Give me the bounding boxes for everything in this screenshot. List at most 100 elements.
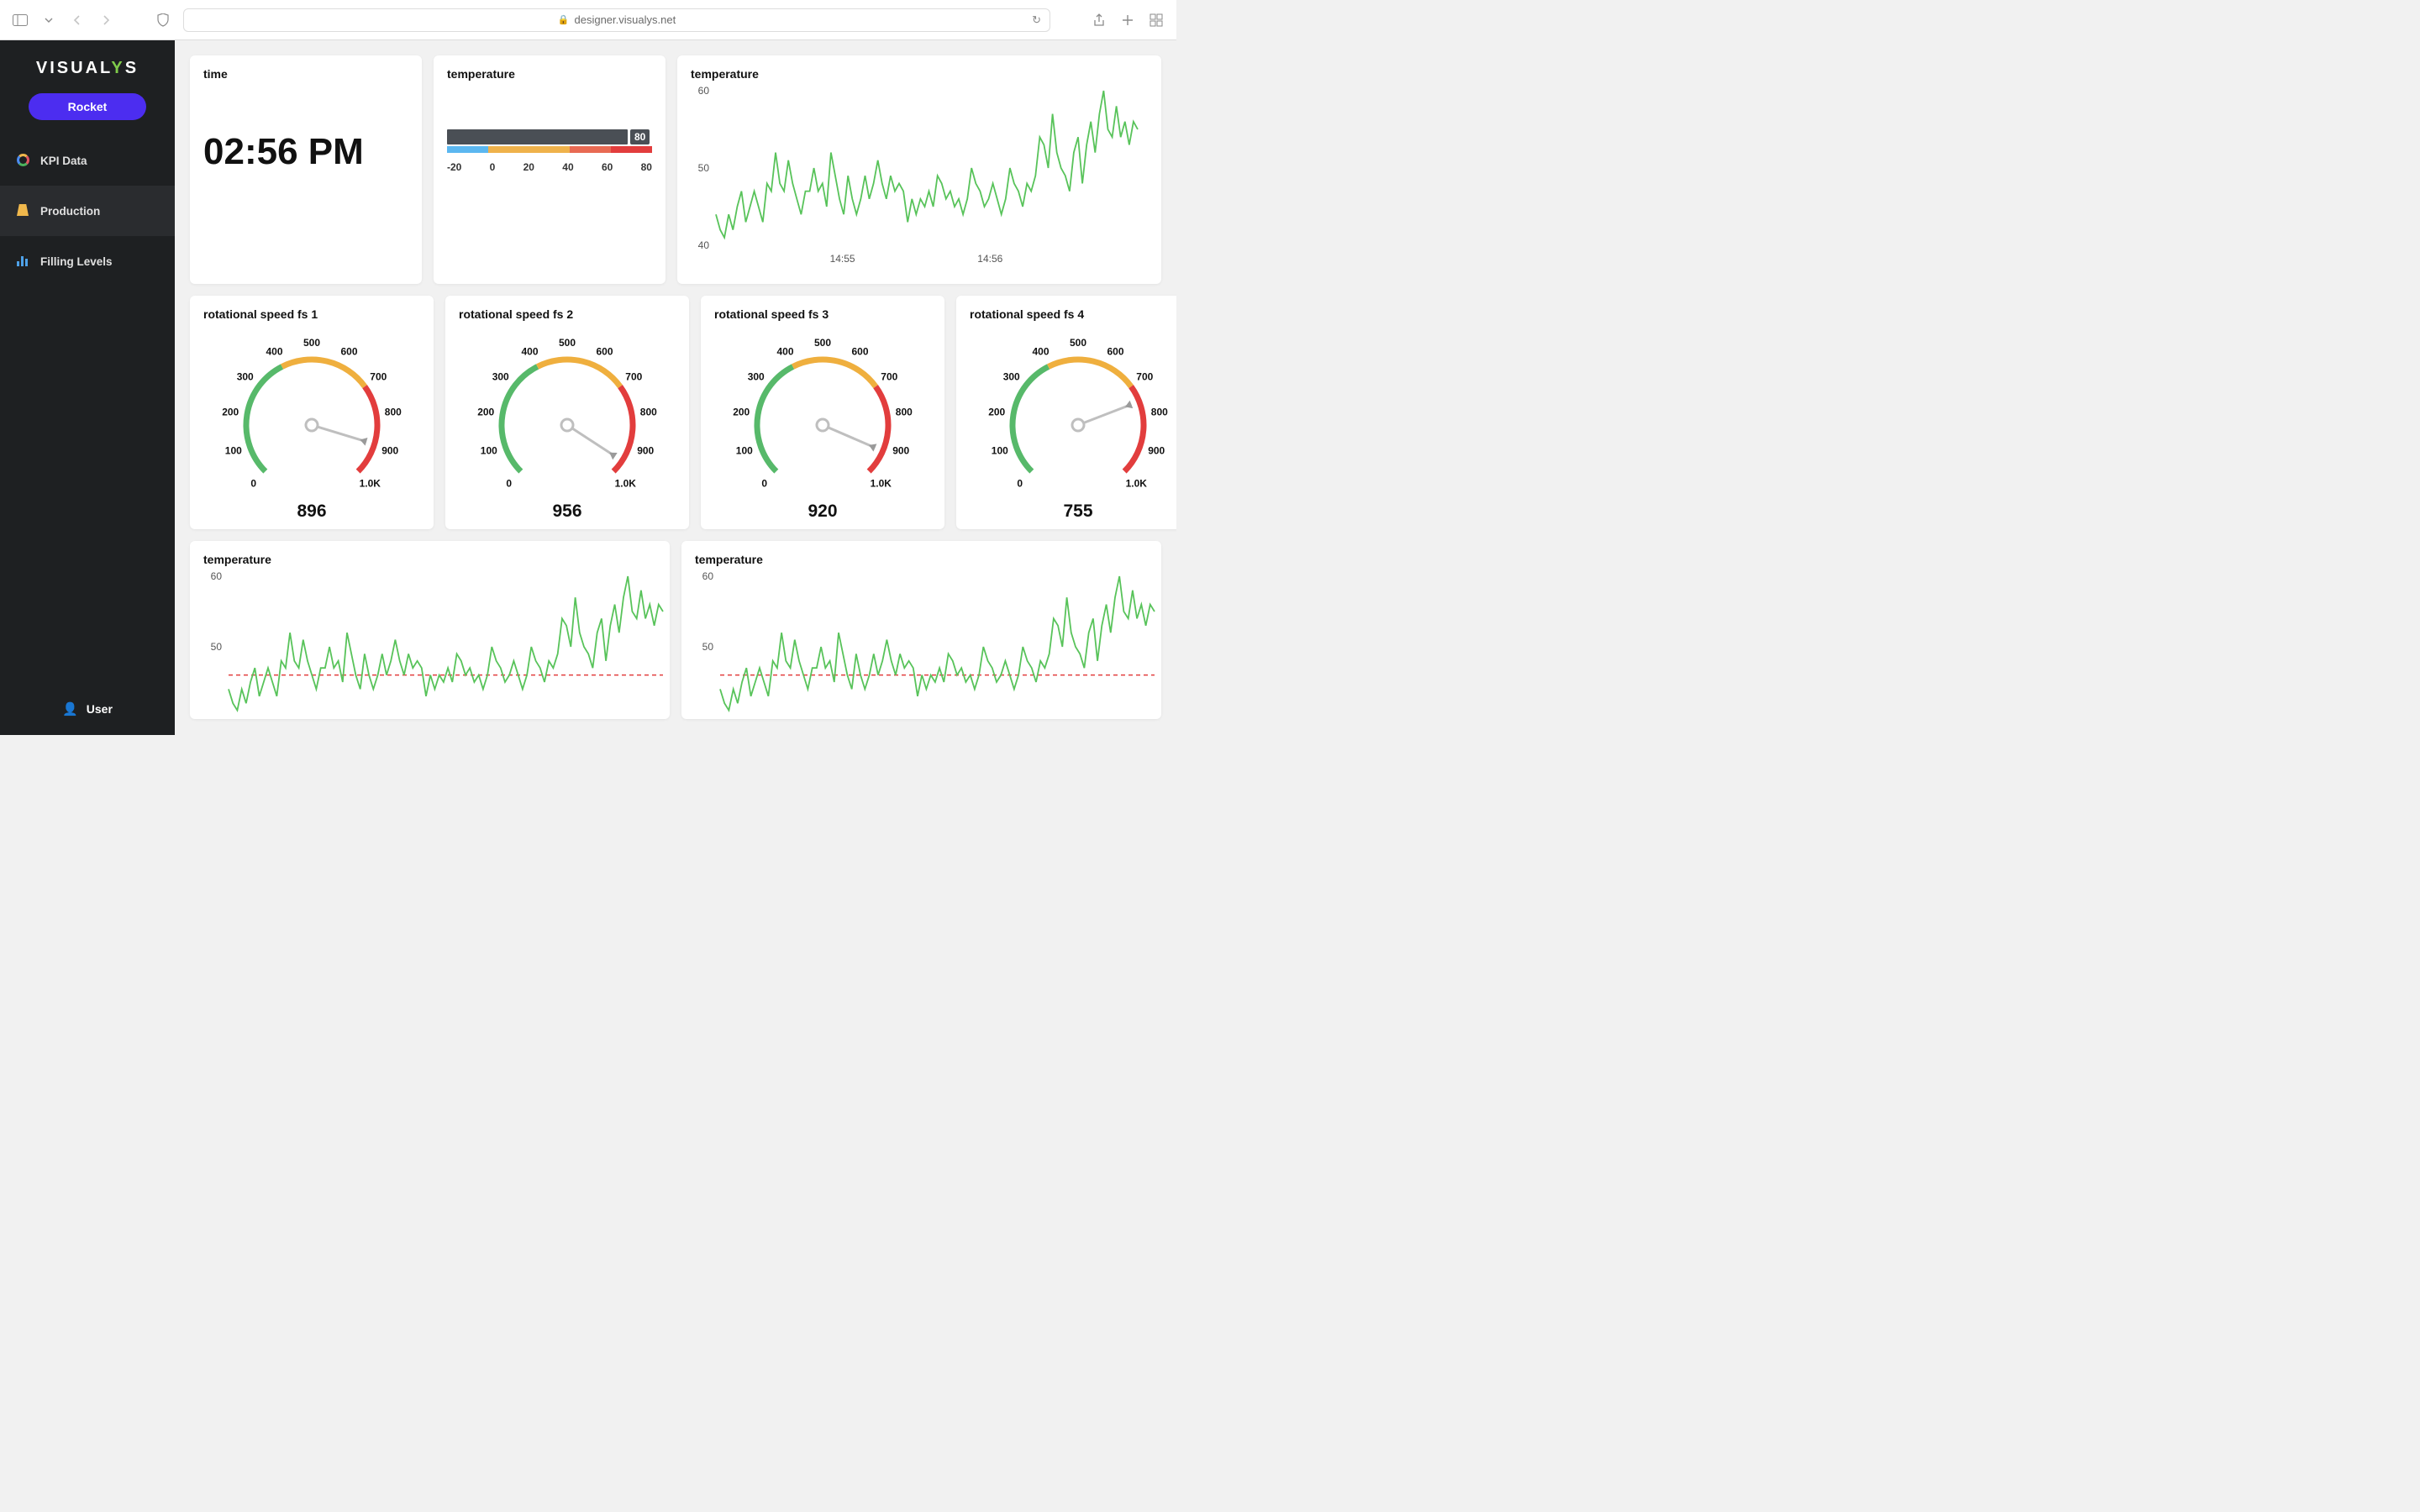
svg-text:1.0K: 1.0K bbox=[1126, 477, 1148, 489]
card-temp-bullet: temperature 80 -20020406080 bbox=[434, 55, 666, 284]
card-title: rotational speed fs 3 bbox=[714, 307, 931, 321]
svg-text:600: 600 bbox=[851, 346, 868, 358]
ring-icon bbox=[17, 154, 30, 167]
rocket-button[interactable]: Rocket bbox=[29, 93, 146, 120]
svg-text:700: 700 bbox=[625, 370, 642, 382]
card-time: time 02:56 PM bbox=[190, 55, 422, 284]
svg-text:900: 900 bbox=[381, 444, 398, 456]
shield-icon[interactable] bbox=[155, 12, 171, 29]
flask-icon bbox=[17, 204, 30, 218]
sidebar-item-kpi-data[interactable]: KPI Data bbox=[0, 135, 175, 186]
svg-text:700: 700 bbox=[881, 370, 897, 382]
svg-text:100: 100 bbox=[225, 444, 242, 456]
card-title: temperature bbox=[447, 67, 652, 81]
temperature-line-chart: 40506014:5514:56 bbox=[691, 86, 1144, 269]
svg-text:400: 400 bbox=[776, 346, 793, 358]
forward-icon[interactable] bbox=[97, 12, 114, 29]
gauge-value: 956 bbox=[459, 501, 676, 522]
svg-text:14:56: 14:56 bbox=[977, 253, 1002, 265]
browser-toolbar: 🔒 designer.visualys.net ↻ bbox=[0, 0, 1176, 40]
svg-text:600: 600 bbox=[596, 346, 613, 358]
card-title: time bbox=[203, 67, 408, 81]
card-title: temperature bbox=[695, 553, 1148, 566]
svg-text:14:55: 14:55 bbox=[830, 253, 855, 265]
svg-text:60: 60 bbox=[702, 571, 714, 582]
gauge-chart: 01002003004005006007008009001.0K bbox=[714, 326, 931, 494]
card-title: temperature bbox=[203, 553, 656, 566]
svg-text:200: 200 bbox=[222, 407, 239, 418]
svg-text:900: 900 bbox=[1148, 444, 1165, 456]
sidebar-toggle-icon[interactable] bbox=[12, 12, 29, 29]
plus-icon[interactable] bbox=[1119, 12, 1136, 29]
svg-text:0: 0 bbox=[1017, 477, 1023, 489]
user-icon: 👤 bbox=[62, 701, 78, 717]
card-gauge-fs3: rotational speed fs 3 010020030040050060… bbox=[701, 296, 944, 529]
main-content: time 02:56 PM temperature 80 -2002040608… bbox=[175, 40, 1176, 735]
bullet-chart: 80 -20020406080 bbox=[447, 146, 652, 173]
card-temp-line: temperature 40506014:5514:56 bbox=[677, 55, 1161, 284]
svg-text:200: 200 bbox=[477, 407, 494, 418]
share-icon[interactable] bbox=[1091, 12, 1107, 29]
temperature-line-chart-br: 50 60 bbox=[695, 571, 1161, 719]
lock-icon: 🔒 bbox=[558, 14, 570, 25]
svg-text:50: 50 bbox=[702, 641, 714, 653]
svg-text:60: 60 bbox=[211, 571, 223, 582]
sidebar-item-label: KPI Data bbox=[40, 155, 87, 167]
card-temp-line-bottom-right: temperature 50 60 bbox=[681, 541, 1161, 719]
logo-text-y: Y bbox=[111, 59, 124, 77]
svg-text:1.0K: 1.0K bbox=[615, 477, 637, 489]
svg-text:700: 700 bbox=[1136, 370, 1153, 382]
card-title: rotational speed fs 1 bbox=[203, 307, 420, 321]
svg-text:900: 900 bbox=[892, 444, 909, 456]
svg-text:300: 300 bbox=[492, 370, 509, 382]
sidebar-item-production[interactable]: Production bbox=[0, 186, 175, 236]
bars-icon bbox=[17, 255, 30, 268]
gauge-chart: 01002003004005006007008009001.0K bbox=[459, 326, 676, 494]
svg-text:100: 100 bbox=[992, 444, 1008, 456]
svg-text:0: 0 bbox=[250, 477, 256, 489]
gauge-value: 755 bbox=[970, 501, 1176, 522]
svg-text:50: 50 bbox=[698, 162, 710, 174]
back-icon[interactable] bbox=[69, 12, 86, 29]
svg-text:100: 100 bbox=[736, 444, 753, 456]
user-menu[interactable]: 👤 User bbox=[0, 701, 175, 717]
card-gauge-fs1: rotational speed fs 1 0 100 200 300 400 500 60… bbox=[190, 296, 434, 529]
svg-text:400: 400 bbox=[266, 346, 282, 358]
sidebar-item-label: Production bbox=[40, 205, 100, 218]
svg-text:400: 400 bbox=[1032, 346, 1049, 358]
card-title: rotational speed fs 2 bbox=[459, 307, 676, 321]
svg-text:400: 400 bbox=[521, 346, 538, 358]
svg-text:0: 0 bbox=[761, 477, 767, 489]
temperature-line-chart-bl: 50 60 bbox=[203, 571, 670, 719]
svg-text:1.0K: 1.0K bbox=[871, 477, 892, 489]
card-title: temperature bbox=[691, 67, 1148, 81]
svg-text:0: 0 bbox=[506, 477, 512, 489]
chevron-down-icon[interactable] bbox=[40, 12, 57, 29]
svg-text:800: 800 bbox=[896, 407, 913, 418]
svg-text:600: 600 bbox=[1107, 346, 1123, 358]
svg-text:500: 500 bbox=[303, 337, 320, 349]
svg-text:800: 800 bbox=[1151, 407, 1168, 418]
gauge-chart: 01002003004005006007008009001.0K bbox=[970, 326, 1176, 494]
sidebar-item-filling-levels[interactable]: Filling Levels bbox=[0, 236, 175, 286]
svg-text:500: 500 bbox=[1070, 337, 1086, 349]
svg-text:500: 500 bbox=[559, 337, 576, 349]
card-gauge-fs4: rotational speed fs 4 010020030040050060… bbox=[956, 296, 1176, 529]
svg-text:800: 800 bbox=[640, 407, 657, 418]
svg-text:300: 300 bbox=[748, 370, 765, 382]
reload-icon[interactable]: ↻ bbox=[1032, 13, 1041, 27]
user-label: User bbox=[87, 702, 113, 716]
svg-text:600: 600 bbox=[340, 346, 357, 358]
svg-text:50: 50 bbox=[211, 641, 223, 653]
tabs-icon[interactable] bbox=[1148, 12, 1165, 29]
svg-text:1.0K: 1.0K bbox=[360, 477, 381, 489]
time-value: 02:56 PM bbox=[203, 131, 408, 173]
sidebar: VISUALYS Rocket KPI Data Production Fill… bbox=[0, 40, 175, 735]
url-bar[interactable]: 🔒 designer.visualys.net ↻ bbox=[183, 8, 1050, 32]
url-text: designer.visualys.net bbox=[575, 13, 676, 26]
svg-text:100: 100 bbox=[481, 444, 497, 456]
logo-text-c: S bbox=[125, 59, 139, 77]
svg-text:200: 200 bbox=[733, 407, 750, 418]
svg-text:300: 300 bbox=[237, 370, 254, 382]
card-temp-line-bottom-left: temperature 50 60 bbox=[190, 541, 670, 719]
